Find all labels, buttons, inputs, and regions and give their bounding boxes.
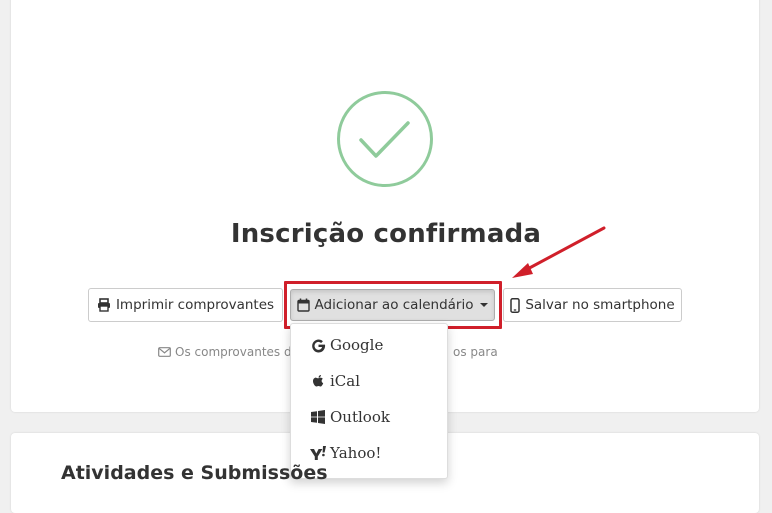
- success-check-icon: [337, 91, 433, 187]
- menu-item-yahoo-label: Yahoo!: [330, 444, 382, 462]
- google-icon: [310, 337, 326, 353]
- apple-icon: [310, 373, 326, 389]
- envelope-icon: [158, 347, 171, 357]
- receipts-note-text-start: Os comprovantes d: [175, 345, 292, 359]
- menu-item-ical-label: iCal: [330, 372, 361, 390]
- menu-item-google-label: Google: [330, 336, 384, 354]
- printer-icon: [97, 298, 110, 312]
- save-to-smartphone-button[interactable]: Salvar no smartphone: [503, 288, 682, 322]
- annotation-arrow-icon: [512, 226, 606, 278]
- annotation-highlight-box: [284, 281, 502, 329]
- menu-item-google[interactable]: Google: [291, 330, 447, 360]
- yahoo-icon: [310, 445, 326, 461]
- save-to-smartphone-label: Salvar no smartphone: [525, 297, 675, 313]
- page-title: Inscrição confirmada: [230, 219, 542, 249]
- receipts-note-text-end: os para: [453, 345, 498, 359]
- print-receipts-label: Imprimir comprovantes: [115, 297, 275, 313]
- menu-item-outlook-label: Outlook: [330, 408, 390, 426]
- print-receipts-button[interactable]: Imprimir comprovantes: [88, 288, 283, 322]
- section-title-activities: Atividades e Submissões: [61, 462, 328, 484]
- menu-item-outlook[interactable]: Outlook: [291, 402, 447, 432]
- windows-icon: [310, 409, 326, 425]
- receipts-note: Os comprovantes d: [158, 345, 292, 359]
- mobile-phone-icon: [510, 297, 521, 313]
- menu-item-ical[interactable]: iCal: [291, 366, 447, 396]
- calendar-dropdown-menu: Google iCal Outlook Yahoo!: [290, 323, 448, 479]
